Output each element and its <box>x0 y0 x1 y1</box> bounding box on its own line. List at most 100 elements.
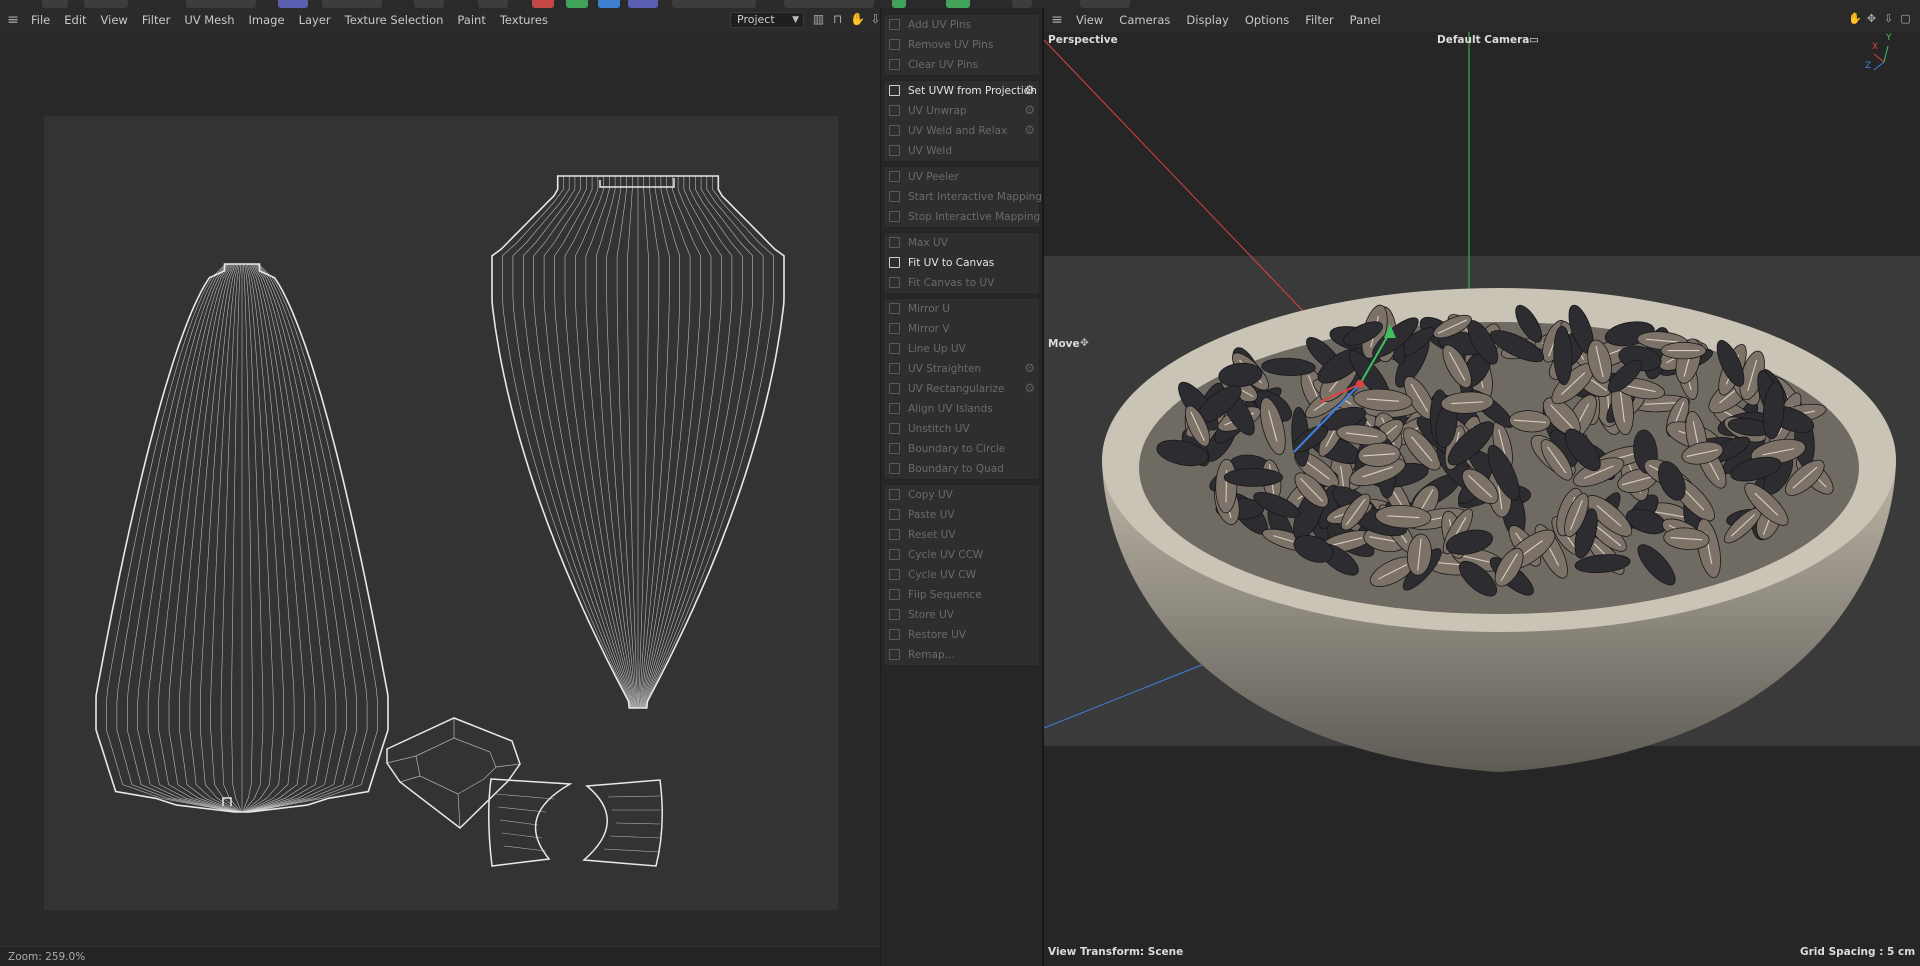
move-tool-icon[interactable]: ✥ <box>1080 337 1089 349</box>
menu-view[interactable]: View <box>94 8 135 32</box>
command-icon <box>889 303 900 314</box>
command-label: Clear UV Pins <box>908 59 979 71</box>
axis-x-label: X <box>1872 42 1879 52</box>
cmd-boundary-to-circle[interactable]: Boundary to Circle <box>884 439 1039 459</box>
settings-gear-icon[interactable]: ⚙ <box>1024 104 1035 117</box>
camera-label[interactable]: Default Camera <box>1437 34 1529 46</box>
command-icon <box>889 343 900 354</box>
cmd-copy-uv[interactable]: Copy UV <box>884 485 1039 505</box>
uv-texture-canvas[interactable] <box>44 116 838 910</box>
command-label: Cycle UV CCW <box>908 549 984 561</box>
cmd-restore-uv[interactable]: Restore UV <box>884 625 1039 645</box>
cmd-unstitch-uv[interactable]: Unstitch UV <box>884 419 1039 439</box>
viewport-scene[interactable] <box>1044 32 1920 966</box>
cmd-align-uv-islands[interactable]: Align UV Islands <box>884 399 1039 419</box>
settings-gear-icon[interactable]: ⚙ <box>1024 84 1035 97</box>
settings-gear-icon[interactable]: ⚙ <box>1024 124 1035 137</box>
tool-label: Move <box>1048 338 1080 350</box>
cmd-uv-peeler[interactable]: UV Peeler <box>884 167 1039 187</box>
cmd-add-uv-pins[interactable]: Add UV Pins <box>884 15 1039 35</box>
uv-canvas-background[interactable] <box>0 32 880 952</box>
uv-island-seed-left[interactable] <box>95 263 389 813</box>
cmd-uv-rectangularize[interactable]: UV Rectangularize ⚙ <box>884 379 1039 399</box>
menu-paint[interactable]: Paint <box>450 8 492 32</box>
uv-islands[interactable] <box>44 116 838 910</box>
settings-gear-icon[interactable]: ⚙ <box>1024 362 1035 375</box>
vp-menu-view[interactable]: View <box>1068 8 1111 32</box>
menu-filter[interactable]: Filter <box>135 8 177 32</box>
vp-menu-filter[interactable]: Filter <box>1297 8 1341 32</box>
command-icon <box>889 549 900 560</box>
command-label: Paste UV <box>908 509 955 521</box>
command-icon <box>889 363 900 374</box>
command-label: Boundary to Quad <box>908 463 1004 475</box>
command-label: Mirror U <box>908 303 950 315</box>
cmd-uv-unwrap[interactable]: UV Unwrap ⚙ <box>884 101 1039 121</box>
viewport-panel: ≡ View Cameras Display Options Filter Pa… <box>1043 8 1920 966</box>
project-select[interactable]: Project ▼ <box>730 12 804 28</box>
pan-hand-icon[interactable]: ✋ <box>1848 12 1862 26</box>
lock-icon[interactable]: ⊓ <box>831 12 844 26</box>
uv-wedge-gridline <box>497 806 547 813</box>
command-label: Max UV <box>908 237 948 249</box>
cmd-paste-uv[interactable]: Paste UV <box>884 505 1039 525</box>
cmd-fit-canvas-to-uv[interactable]: Fit Canvas to UV <box>884 273 1039 293</box>
menu-edit[interactable]: Edit <box>57 8 93 32</box>
cmd-mirror-v[interactable]: Mirror V <box>884 319 1039 339</box>
vp-menu-options[interactable]: Options <box>1237 8 1297 32</box>
gizmo-center <box>1356 380 1364 388</box>
menu-texture-selection[interactable]: Texture Selection <box>338 8 451 32</box>
vp-menu-display[interactable]: Display <box>1178 8 1236 32</box>
axis-y-label: Y <box>1886 33 1892 43</box>
menu-layer[interactable]: Layer <box>292 8 338 32</box>
vp-menu-cameras[interactable]: Cameras <box>1111 8 1178 32</box>
menu-image[interactable]: Image <box>242 8 292 32</box>
uv-island-seed-right[interactable] <box>491 175 785 709</box>
axis-z-label: Z <box>1865 61 1872 71</box>
cmd-flip-sequence[interactable]: Flip Sequence <box>884 585 1039 605</box>
cmd-reset-uv[interactable]: Reset UV <box>884 525 1039 545</box>
3d-viewport[interactable]: Perspective Default Camera ▭ Move ✥ View… <box>1044 32 1920 966</box>
zoom-view-icon[interactable]: ⇩ <box>1882 12 1895 26</box>
cmd-cycle-uv-cw[interactable]: Cycle UV CW <box>884 565 1039 585</box>
command-label: Boundary to Circle <box>908 443 1006 455</box>
menu-uv-mesh[interactable]: UV Mesh <box>177 8 241 32</box>
cmd-line-up-uv[interactable]: Line Up UV <box>884 339 1039 359</box>
command-icon <box>889 629 900 640</box>
command-icon <box>889 191 900 202</box>
cmd-uv-weld-and-relax[interactable]: UV Weld and Relax ⚙ <box>884 121 1039 141</box>
cmd-store-uv[interactable]: Store UV <box>884 605 1039 625</box>
hamburger-menu-icon[interactable]: ≡ <box>1046 8 1068 32</box>
cmd-remap[interactable]: Remap... <box>884 645 1039 665</box>
uv-commands-panel: Add UV Pins Remove UV Pins Clear UV Pins Se… <box>880 8 1042 966</box>
command-label: UV Peeler <box>908 171 959 183</box>
pan-hand-icon[interactable]: ✋ <box>850 12 865 26</box>
command-icon <box>889 105 900 116</box>
vp-menu-panel[interactable]: Panel <box>1342 8 1389 32</box>
hamburger-menu-icon[interactable]: ≡ <box>2 8 24 32</box>
cmd-remove-uv-pins[interactable]: Remove UV Pins <box>884 35 1039 55</box>
cmd-fit-uv-to-canvas[interactable]: Fit UV to Canvas <box>884 253 1039 273</box>
camera-icon[interactable]: ▭ <box>1529 34 1539 46</box>
move-view-icon[interactable]: ✥ <box>1865 12 1878 26</box>
cmd-mirror-u[interactable]: Mirror U <box>884 299 1039 319</box>
cmd-start-interactive-mapping[interactable]: Start Interactive Mapping <box>884 187 1042 207</box>
cmd-set-uvw-from-projection[interactable]: Set UVW from Projection ⚙ <box>884 81 1039 101</box>
cmd-uv-straighten[interactable]: UV Straighten ⚙ <box>884 359 1039 379</box>
command-label: Remap... <box>908 649 955 661</box>
maximize-icon[interactable]: ▢ <box>1899 12 1912 26</box>
axis-indicator-x <box>1873 53 1885 63</box>
settings-gear-icon[interactable]: ⚙ <box>1024 382 1035 395</box>
view-mode-label: Perspective <box>1048 34 1118 46</box>
cmd-stop-interactive-mapping[interactable]: Stop Interactive Mapping <box>884 207 1040 227</box>
cmd-max-uv[interactable]: Max UV <box>884 233 1039 253</box>
command-group: Max UV Fit UV to Canvas Fit Canvas to UV <box>883 232 1040 294</box>
cmd-clear-uv-pins[interactable]: Clear UV Pins <box>884 55 1039 75</box>
command-icon <box>889 489 900 500</box>
menu-textures[interactable]: Textures <box>493 8 555 32</box>
histogram-icon[interactable]: ▥ <box>812 12 825 26</box>
cmd-boundary-to-quad[interactable]: Boundary to Quad <box>884 459 1039 479</box>
cmd-uv-weld[interactable]: UV Weld <box>884 141 1039 161</box>
cmd-cycle-uv-ccw[interactable]: Cycle UV CCW <box>884 545 1039 565</box>
menu-file[interactable]: File <box>24 8 57 32</box>
